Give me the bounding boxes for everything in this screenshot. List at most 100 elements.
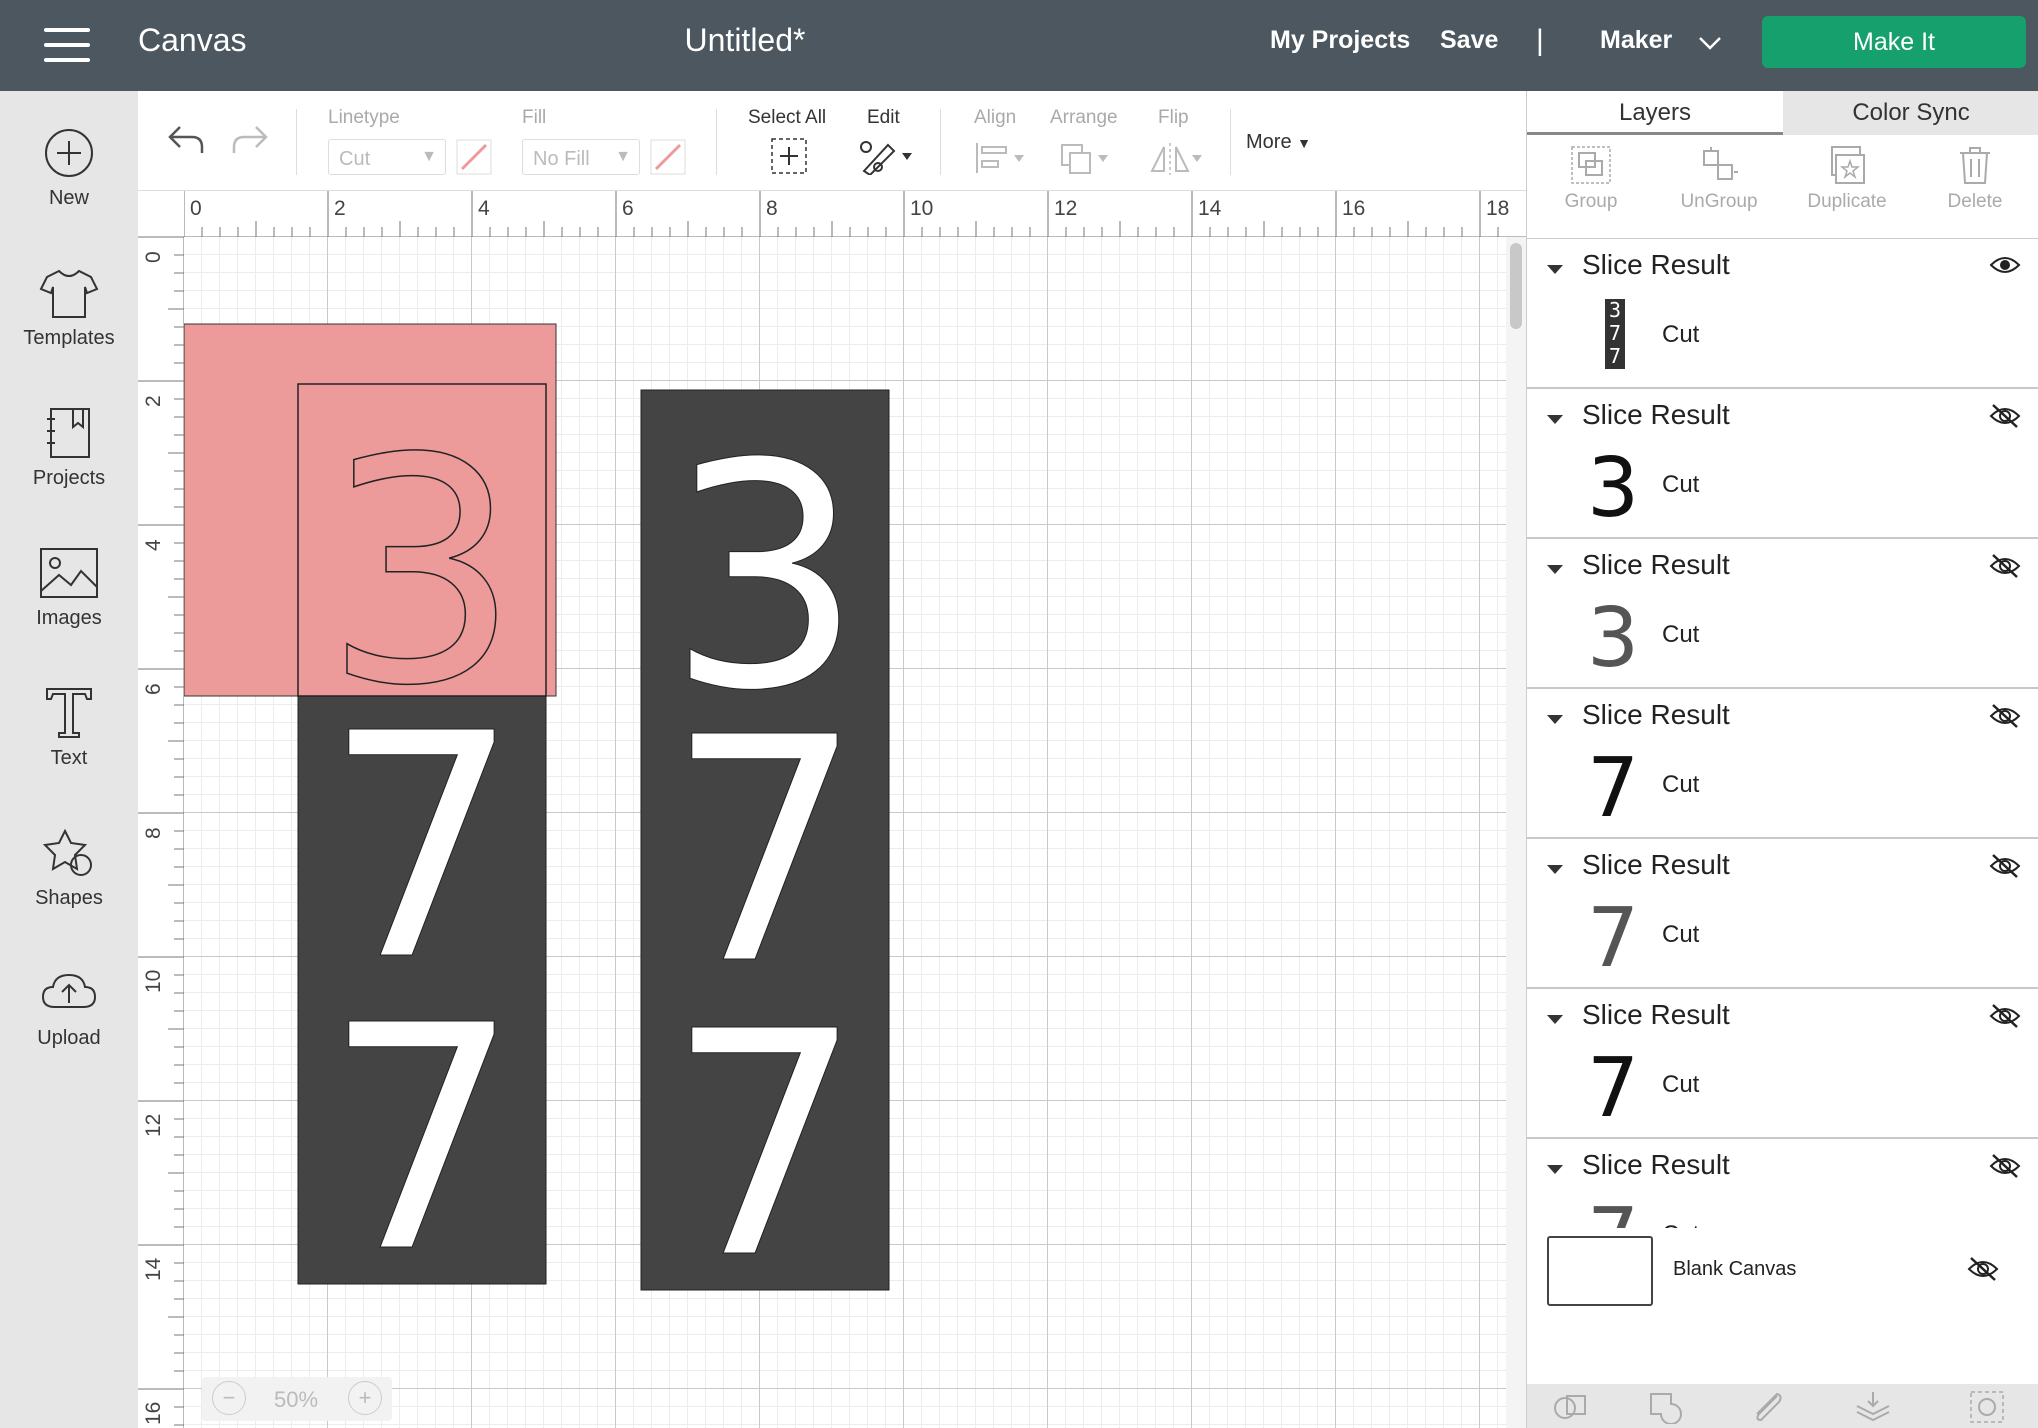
tab-layers[interactable]: Layers xyxy=(1527,91,1783,135)
sidebar-item-upload[interactable]: Upload xyxy=(0,967,138,1050)
layer-name: Slice Result xyxy=(1582,399,1730,430)
group-button[interactable]: Group xyxy=(1527,145,1655,213)
sidebar-item-projects[interactable]: Projects xyxy=(0,407,138,490)
sidebar-item-label: Images xyxy=(36,607,102,629)
layer-name: Slice Result xyxy=(1582,699,1730,730)
sidebar-item-label: Upload xyxy=(37,1027,101,1049)
ruler-top-label: 12 xyxy=(1054,197,1078,220)
align-label: Align xyxy=(974,107,1017,128)
sidebar-item-label: Shapes xyxy=(35,887,103,909)
fill-select[interactable]: No Fill ▼ xyxy=(522,139,640,175)
layer-thumbnail: 7 xyxy=(1587,741,1640,836)
ruler-top-label: 10 xyxy=(910,197,934,220)
contour-icon[interactable] xyxy=(1967,1390,2007,1424)
my-projects-link[interactable]: My Projects xyxy=(1270,26,1410,55)
flip-label: Flip xyxy=(1158,107,1189,128)
document-title[interactable]: Untitled* xyxy=(0,22,1490,59)
design-canvas[interactable]: 0 2 4 6 8 10 12 14 16 18 0 2 4 6 8 10 12… xyxy=(138,191,1526,1428)
expand-caret-icon[interactable] xyxy=(1547,1015,1563,1024)
duplicate-button[interactable]: Duplicate xyxy=(1783,145,1911,213)
group-icon xyxy=(1571,146,1611,184)
scroll-thumb[interactable] xyxy=(1510,243,1522,329)
sidebar-item-text[interactable]: Text xyxy=(0,687,138,770)
flatten-icon[interactable] xyxy=(1853,1390,1893,1424)
expand-caret-icon[interactable] xyxy=(1547,565,1563,574)
sidebar-item-images[interactable]: Images xyxy=(0,547,138,630)
ruler-left: 0 2 4 6 8 10 12 14 16 xyxy=(138,237,184,1428)
machine-selector[interactable]: Maker xyxy=(1600,26,1672,55)
layer-operation: Cut xyxy=(1662,921,1700,948)
linetype-label: Linetype xyxy=(328,107,400,128)
image-icon xyxy=(40,548,98,598)
eye-hidden-icon[interactable] xyxy=(1989,403,2021,429)
select-all-icon[interactable] xyxy=(770,137,808,175)
expand-caret-icon[interactable] xyxy=(1547,865,1563,874)
layer-row[interactable]: Slice Result 377 Cut xyxy=(1527,239,2038,389)
ruler-top-label: 2 xyxy=(334,197,346,220)
layer-operation: Cut xyxy=(1662,771,1700,798)
edit-scissors-icon[interactable] xyxy=(858,137,914,175)
canvas-grid[interactable]: 3 7 7 3 7 7 xyxy=(184,237,1506,1428)
chevron-down-icon[interactable] xyxy=(1696,28,1724,56)
fill-color-swatch[interactable] xyxy=(650,139,686,175)
eye-hidden-icon[interactable] xyxy=(1989,1003,2021,1029)
linetype-select[interactable]: Cut ▼ xyxy=(328,139,446,175)
arrange-icon[interactable] xyxy=(1058,141,1114,177)
save-button[interactable]: Save xyxy=(1440,26,1498,55)
more-label: More xyxy=(1246,131,1292,153)
sidebar-item-shapes[interactable]: Shapes xyxy=(0,827,138,910)
zoom-in-button[interactable]: + xyxy=(348,1381,382,1415)
weld-icon[interactable] xyxy=(1647,1390,1687,1424)
delete-label: Delete xyxy=(1947,191,2003,212)
eye-hidden-icon[interactable] xyxy=(1989,853,2021,879)
ruler-top-label: 8 xyxy=(766,197,778,220)
tab-color-sync[interactable]: Color Sync xyxy=(1783,91,2038,135)
canvas-scrollbar[interactable] xyxy=(1506,237,1526,1428)
blank-canvas-row[interactable]: Blank Canvas xyxy=(1527,1228,2038,1328)
expand-caret-icon[interactable] xyxy=(1547,715,1563,724)
ungroup-button[interactable]: UnGroup xyxy=(1655,145,1783,213)
eye-hidden-icon[interactable] xyxy=(1989,1153,2021,1179)
ruler-top-label: 0 xyxy=(190,197,202,220)
left-glyph-seven-bottom[interactable]: 7 xyxy=(323,960,521,1322)
eye-visible-icon[interactable] xyxy=(1989,253,2021,277)
delete-button[interactable]: Delete xyxy=(1911,145,2038,213)
undo-icon[interactable] xyxy=(166,123,206,157)
expand-caret-icon[interactable] xyxy=(1547,265,1563,274)
ruler-left-label: 14 xyxy=(142,1257,165,1281)
layer-name: Slice Result xyxy=(1582,849,1730,880)
caret-down-icon: ▼ xyxy=(615,148,631,165)
make-it-button[interactable]: Make It xyxy=(1762,16,2026,68)
expand-caret-icon[interactable] xyxy=(1547,1165,1563,1174)
expand-caret-icon[interactable] xyxy=(1547,415,1563,424)
ruler-left-label: 6 xyxy=(142,683,165,695)
align-icon[interactable] xyxy=(974,141,1026,175)
blank-canvas-swatch[interactable] xyxy=(1547,1236,1653,1306)
layer-operation: Cut xyxy=(1662,471,1700,498)
linetype-color-swatch[interactable] xyxy=(456,139,492,175)
right-glyph-seven-bottom[interactable]: 7 xyxy=(666,966,864,1328)
layer-row[interactable]: Slice Result 3 Cut xyxy=(1527,389,2038,539)
layer-row[interactable]: Slice Result 7 Cut xyxy=(1527,989,2038,1139)
ruler-left-label: 12 xyxy=(142,1113,165,1137)
more-menu[interactable]: More ▼ xyxy=(1246,131,1311,154)
redo-icon[interactable] xyxy=(230,123,270,157)
sidebar-item-new[interactable]: New xyxy=(0,127,138,210)
flip-icon[interactable] xyxy=(1148,141,1204,177)
eye-hidden-icon[interactable] xyxy=(1989,703,2021,729)
ruler-top-ticks xyxy=(184,191,1499,237)
panel-tabs: Layers Color Sync xyxy=(1527,91,2038,135)
layer-row[interactable]: Slice Result 3 Cut xyxy=(1527,539,2038,689)
layer-row[interactable]: Slice Result 7 Cut xyxy=(1527,689,2038,839)
eye-hidden-icon[interactable] xyxy=(1989,553,2021,579)
ruler-left-label: 16 xyxy=(142,1401,165,1425)
slice-icon[interactable] xyxy=(1551,1390,1591,1424)
sidebar-item-templates[interactable]: Templates xyxy=(0,267,138,350)
layer-row[interactable]: Slice Result 7 Cut xyxy=(1527,839,2038,989)
layer-name: Slice Result xyxy=(1582,249,1730,280)
layer-thumbnail: 7 xyxy=(1587,891,1640,986)
eye-hidden-icon[interactable] xyxy=(1967,1256,1999,1282)
attach-icon[interactable] xyxy=(1749,1390,1789,1424)
zoom-out-button[interactable]: − xyxy=(212,1381,246,1415)
sidebar-item-label: Templates xyxy=(23,327,115,349)
